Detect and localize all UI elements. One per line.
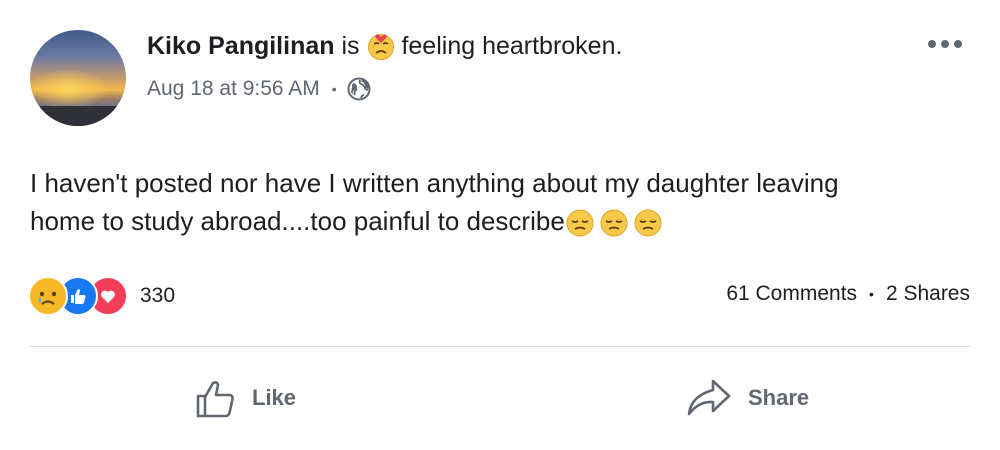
divider (30, 346, 970, 347)
share-label: Share (748, 385, 810, 410)
is-text: is (341, 32, 360, 60)
share-arrow-icon (687, 379, 731, 416)
comments-count-link[interactable]: 61 Comments (726, 282, 857, 306)
like-button[interactable]: Like (194, 376, 296, 420)
share-button[interactable]: Share (686, 376, 809, 420)
pensive-emoji-icon (600, 209, 628, 237)
author-name[interactable]: Kiko Pangilinan (147, 32, 335, 60)
reactions-summary[interactable]: 330 (28, 276, 175, 316)
pensive-emoji-icon (634, 209, 662, 237)
engagement-separator: • (869, 286, 874, 302)
meta-separator: • (331, 81, 337, 97)
globe-icon[interactable] (347, 77, 371, 101)
dot-icon (954, 40, 962, 48)
post-text-line-2-content: home to study abroad....too painful to d… (30, 206, 565, 236)
post-text-line-2: home to study abroad....too painful to d… (30, 202, 970, 240)
heartbroken-emoji-icon (367, 34, 394, 61)
reaction-count: 330 (140, 284, 176, 307)
post-text-line-1: I haven't posted nor have I written anyt… (30, 168, 839, 198)
post-body: I haven't posted nor have I written anyt… (30, 164, 970, 240)
feeling-text: feeling heartbroken. (401, 32, 623, 60)
like-label: Like (252, 385, 297, 410)
thumbs-up-icon (196, 381, 234, 418)
post-timestamp[interactable]: Aug 18 at 9:56 AM (147, 77, 320, 101)
avatar-landscape (30, 106, 126, 126)
post-header: Kiko Pangilinan is feeling heartbroken. (147, 32, 622, 61)
engagement-counts: 61 Comments • 2 Shares (726, 282, 970, 306)
more-options-button[interactable] (928, 40, 962, 48)
sad-reaction-icon (28, 276, 68, 316)
avatar[interactable] (30, 30, 126, 126)
dot-icon (941, 40, 949, 48)
pensive-emoji-icon (566, 209, 594, 237)
post-meta: Aug 18 at 9:56 AM • (147, 77, 371, 101)
shares-count-link[interactable]: 2 Shares (886, 282, 970, 306)
dot-icon (928, 40, 936, 48)
